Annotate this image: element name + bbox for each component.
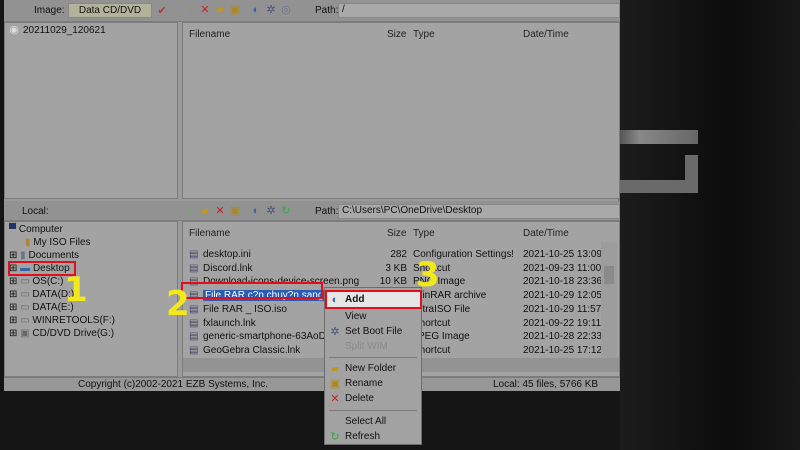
menu-item-new-folder[interactable]: ▰ New Folder: [327, 361, 421, 376]
vertical-scrollbar[interactable]: [601, 242, 617, 358]
file-name: File RAR _ ISO.iso: [203, 303, 287, 315]
settings-icon[interactable]: ✲: [265, 4, 277, 16]
extract-icon[interactable]: ◐: [250, 4, 262, 16]
new-folder-icon[interactable]: ▰: [199, 205, 211, 217]
table-row[interactable]: ▤ desktop.ini 282 Configuration Settings…: [183, 248, 613, 262]
delete-icon[interactable]: ✕: [199, 4, 211, 16]
file-name: GeoGebra Classic.lnk: [203, 344, 301, 356]
file-icon: ▤: [189, 344, 199, 356]
column-filename[interactable]: Filename: [189, 228, 230, 239]
file-icon: ▤: [189, 262, 199, 274]
file-size: 3 KB: [385, 262, 407, 274]
cd-icon: ◉: [9, 24, 19, 36]
settings-icon[interactable]: ✲: [265, 205, 277, 217]
menu-item-rename[interactable]: ▣ Rename: [327, 376, 421, 391]
tree-item-drive-c[interactable]: OS(C:): [32, 276, 63, 287]
file-date: 2021-09-22 19:11: [523, 317, 602, 329]
file-date: 2021-10-25 17:12: [523, 344, 602, 356]
up-icon[interactable]: ↑: [184, 4, 196, 16]
tree-item-root[interactable]: 20211029_120621: [23, 25, 106, 36]
column-size[interactable]: Size: [387, 228, 406, 239]
image-tree: ◉ 20211029_120621: [4, 22, 178, 199]
highlight-box-file: [181, 282, 323, 299]
desktop-background: [620, 0, 800, 450]
column-filename[interactable]: Filename: [189, 29, 230, 40]
status-bar: Copyright (c)2002-2021 EZB Systems, Inc.…: [4, 377, 620, 391]
local-tree: ▀ Computer ▮ My ISO Files ⊞ ▮ Documents …: [4, 221, 178, 377]
file-date: 2021-10-18 23:36: [523, 276, 602, 288]
file-date: 2021-09-23 11:00: [523, 262, 602, 274]
path-input[interactable]: /: [338, 3, 620, 18]
column-datetime[interactable]: Date/Time: [523, 29, 569, 40]
file-date: 2021-10-29 11:57: [523, 303, 602, 315]
logo-graphic: [620, 130, 698, 144]
path-label: Path:: [315, 5, 339, 16]
menu-item-view[interactable]: View: [327, 309, 421, 324]
annotation-1: 1: [64, 270, 88, 310]
local-info: Local: 45 files, 5766 KB: [493, 379, 599, 390]
tree-item-drive-g[interactable]: CD/DVD Drive(G:): [32, 328, 114, 339]
file-name: Discord.lnk: [203, 262, 253, 274]
column-datetime[interactable]: Date/Time: [523, 228, 569, 239]
file-date: 2021-10-29 12:05: [523, 290, 602, 302]
highlight-box-add: [325, 290, 422, 309]
properties-icon[interactable]: ✔: [156, 5, 168, 17]
logo-graphic: [620, 155, 698, 193]
local-path-label: Path:: [315, 206, 339, 217]
scroll-thumb[interactable]: [604, 266, 614, 284]
column-type[interactable]: Type: [413, 29, 435, 40]
file-icon: ▤: [189, 249, 199, 260]
copyright-text: Copyright (c)2002-2021 EZB Systems, Inc.: [78, 379, 269, 390]
file-size: 282: [390, 249, 407, 260]
menu-item-delete[interactable]: ✕ Delete: [327, 391, 421, 406]
menu-item-select-all[interactable]: Select All: [327, 414, 421, 429]
up-icon[interactable]: ↑: [184, 205, 196, 217]
table-row[interactable]: ▤ Discord.lnk 3 KB Shortcut 2021-09-23 1…: [183, 262, 613, 276]
file-icon: ▤: [189, 331, 199, 343]
file-date: 2021-10-28 22:33: [523, 331, 602, 343]
delete-icon[interactable]: ✕: [214, 205, 226, 217]
file-name: desktop.ini: [203, 249, 251, 260]
add-icon[interactable]: ◐: [250, 205, 262, 217]
image-file-list: Filename Size Type Date/Time: [182, 22, 620, 199]
refresh-icon[interactable]: ◎: [280, 4, 292, 16]
menu-separator: [329, 357, 417, 358]
file-date: 2021-10-25 13:09: [523, 249, 602, 260]
menu-item-split-wim: Split WIM: [345, 341, 388, 352]
menu-item-set-boot-file[interactable]: ✲ Set Boot File: [327, 324, 421, 339]
local-path-input[interactable]: C:\Users\PC\OneDrive\Desktop: [338, 204, 620, 219]
tree-item-computer[interactable]: Computer: [19, 224, 63, 235]
new-folder-icon[interactable]: ▰: [214, 4, 226, 16]
rename-icon[interactable]: ▣: [229, 205, 241, 217]
rename-icon[interactable]: ▣: [229, 4, 241, 16]
file-size: 10 KB: [379, 276, 407, 288]
file-icon: ▤: [189, 317, 199, 329]
menu-separator: [329, 410, 417, 411]
local-toolbar: Local: ↑ ▰ ✕ ▣ ◐ ✲ ↻ Path: C:\Users\PC\O…: [4, 201, 620, 221]
tree-item-drive-f[interactable]: WINRETOOLS(F:): [32, 315, 115, 326]
image-type-select[interactable]: Data CD/DVD: [68, 3, 152, 18]
annotation-2: 2: [166, 284, 190, 324]
image-label: Image:: [34, 5, 65, 16]
file-name: fxlaunch.lnk: [203, 317, 256, 329]
ultraiso-window: Image: Data CD/DVD ✔ ↑ ✕ ▰ ▣ ◐ ✲ ◎ Path:…: [4, 0, 620, 391]
local-label: Local:: [22, 206, 49, 217]
menu-item-refresh[interactable]: ↻ Refresh: [327, 429, 421, 444]
refresh-icon[interactable]: ↻: [280, 205, 292, 217]
top-toolbar: Image: Data CD/DVD ✔ ↑ ✕ ▰ ▣ ◐ ✲ ◎ Path:…: [4, 0, 620, 22]
context-menu: ◐ Add View ✲ Set Boot File Split WIM ▰ New …: [324, 287, 422, 445]
tree-item-my-iso-files[interactable]: My ISO Files: [33, 237, 90, 248]
annotation-3: 3: [416, 255, 440, 295]
tree-item-documents[interactable]: Documents: [28, 250, 79, 261]
file-flag: !: [511, 249, 514, 260]
column-type[interactable]: Type: [413, 228, 435, 239]
file-icon: ▤: [189, 303, 199, 315]
column-size[interactable]: Size: [387, 29, 406, 40]
